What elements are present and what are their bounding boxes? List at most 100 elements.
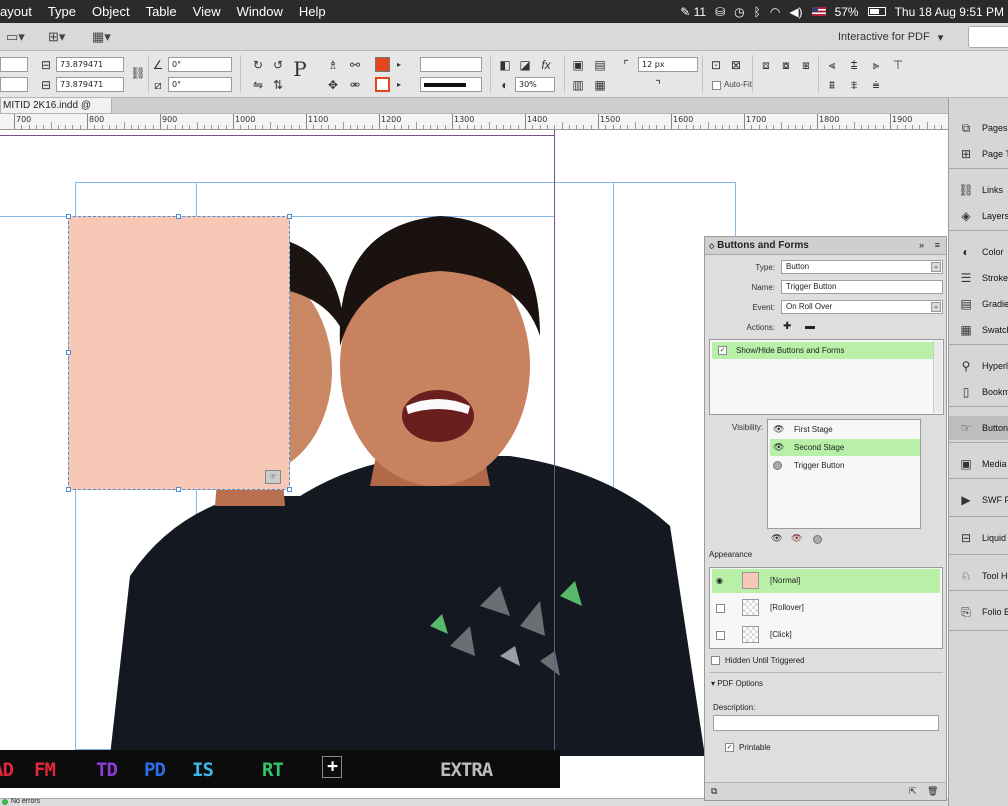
menu-layout[interactable]: ayout: [0, 4, 40, 19]
column-icon[interactable]: ▥: [570, 77, 586, 93]
select-container-icon[interactable]: ♗: [325, 57, 341, 73]
nav-button-fm[interactable]: FM: [34, 759, 56, 781]
show-all-icon[interactable]: 👁: [771, 533, 782, 544]
stroke-menu-icon[interactable]: ▸: [391, 77, 407, 93]
dock-item-tool-hints[interactable]: ♘ Tool Hints: [949, 564, 1008, 588]
panel-expand-icon[interactable]: »: [919, 240, 924, 250]
dock-item-hyperlinks[interactable]: ⚲ Hyperlinks: [949, 354, 1008, 378]
add-action-icon[interactable]: ✚: [783, 321, 791, 332]
printable-checkbox[interactable]: ✓: [725, 743, 734, 752]
fx-icon[interactable]: fx: [538, 57, 554, 73]
clock[interactable]: Thu 18 Aug 9:51 PM: [895, 5, 1004, 19]
align-left-icon[interactable]: ⫷: [824, 57, 840, 73]
description-input[interactable]: [713, 715, 939, 731]
dock-item-pages[interactable]: ⧉ Pages: [949, 116, 1008, 140]
fill-color-swatch[interactable]: [375, 57, 390, 72]
select-content-icon[interactable]: ✥: [325, 77, 341, 93]
flip-vertical-icon[interactable]: ⇅: [270, 77, 286, 93]
constrain-proportions-icon[interactable]: ⛓: [130, 65, 146, 81]
appearance-state-normal[interactable]: ◉ [Normal]: [712, 569, 940, 593]
drop-shadow-icon[interactable]: ◧: [497, 57, 513, 73]
align-top-icon[interactable]: ⊤: [890, 57, 906, 73]
dock-item-layers[interactable]: ◈ Layers: [949, 204, 1008, 228]
dock-item-color[interactable]: ◐ Color: [949, 240, 1008, 264]
nav-button-rt[interactable]: RT: [262, 759, 284, 781]
wifi-icon[interactable]: ◠: [770, 5, 780, 19]
distribute-bottom-icon[interactable]: ⩧: [868, 77, 884, 93]
second-stage-photo[interactable]: [210, 206, 705, 756]
dock-item-media[interactable]: ▣ Media: [949, 452, 1008, 476]
shear-field[interactable]: 0°: [168, 77, 232, 92]
dock-item-page-tool[interactable]: ⊞ Page Tool: [949, 142, 1008, 166]
select-next-icon[interactable]: ⚮: [347, 77, 363, 93]
time-machine-icon[interactable]: ◷: [734, 5, 744, 19]
select-previous-icon[interactable]: ⚯: [347, 57, 363, 73]
text-wrap-bbox-icon[interactable]: ▤: [592, 57, 608, 73]
action-row[interactable]: ✓ Show/Hide Buttons and Forms: [712, 342, 933, 359]
horizontal-ruler[interactable]: 700 800 900 1000 1100 1200 1300 1400 1500 1600 170…: [0, 114, 948, 130]
fill-menu-icon[interactable]: ▸: [391, 57, 407, 73]
corner-shape-icon[interactable]: ⌝: [650, 77, 666, 93]
stroke-color-swatch[interactable]: [375, 77, 390, 92]
appearance-state-click[interactable]: [Click]: [712, 623, 940, 647]
workspace-switcher[interactable]: Interactive for PDF ▾: [820, 26, 970, 48]
align-right-icon[interactable]: ⫸: [868, 57, 884, 73]
nav-button-pd[interactable]: PD: [144, 759, 166, 781]
dock-item-folio-builder[interactable]: ⎘ Folio Builder: [949, 600, 1008, 624]
document-tab[interactable]: MITID 2K16.indd @ 52%: [0, 98, 112, 126]
fit-proportional-icon[interactable]: ⧆: [798, 57, 814, 73]
dock-item-swatches[interactable]: ▦ Swatches: [949, 318, 1008, 342]
dock-item-stroke[interactable]: ☰ Stroke: [949, 266, 1008, 290]
notification-count[interactable]: ✎ 11: [680, 5, 706, 19]
screen-mode-icon[interactable]: ▭▾: [6, 29, 25, 45]
scale-x-field[interactable]: 73.879471: [56, 57, 124, 72]
ignore-all-icon[interactable]: [813, 535, 822, 544]
dock-item-bookmarks[interactable]: ▯ Bookmarks: [949, 380, 1008, 404]
menu-help[interactable]: Help: [291, 4, 334, 19]
arrange-documents-icon[interactable]: ▦▾: [92, 29, 111, 45]
frame-handle-ml[interactable]: [66, 350, 71, 355]
drive-icon[interactable]: ⛁: [715, 5, 725, 19]
collapse-icon[interactable]: ◇: [709, 243, 714, 250]
dock-item-gradient[interactable]: ▤ Gradient: [949, 292, 1008, 316]
scrollbar[interactable]: [933, 341, 942, 413]
trash-icon[interactable]: 🗑: [927, 786, 938, 797]
scale-y-field[interactable]: 73.879471: [56, 77, 124, 92]
nav-button-is[interactable]: IS: [192, 759, 214, 781]
rotate-field[interactable]: 0°: [168, 57, 232, 72]
preview-icon[interactable]: ⧉: [711, 786, 717, 797]
nav-button-td[interactable]: TD: [96, 759, 118, 781]
volume-icon[interactable]: ◀): [789, 5, 802, 19]
state-eye-icon[interactable]: ◉: [716, 569, 723, 593]
preflight-status[interactable]: No errors: [11, 798, 40, 805]
auto-fit-checkbox[interactable]: [712, 81, 721, 90]
frame-handle-bl[interactable]: [66, 487, 71, 492]
visibility-item-trigger-button[interactable]: Trigger Button: [770, 457, 920, 474]
text-wrap-none-icon[interactable]: ▣: [570, 57, 586, 73]
dock-item-liquid-layout[interactable]: ⊟ Liquid Layout: [949, 526, 1008, 550]
type-select[interactable]: Button ⌄: [781, 260, 943, 274]
rotate-cw-icon[interactable]: ↻: [250, 57, 266, 73]
view-options-icon[interactable]: ⊞▾: [48, 29, 65, 45]
frame-handle-tl[interactable]: [66, 214, 71, 219]
column-alt-icon[interactable]: ▦: [592, 77, 608, 93]
hide-all-icon[interactable]: 👁: [791, 533, 802, 544]
action-enabled-checkbox[interactable]: ✓: [718, 346, 727, 355]
menu-table[interactable]: Table: [138, 4, 185, 19]
frame-handle-tm[interactable]: [176, 214, 181, 219]
corner-options-icon[interactable]: ⌜: [618, 57, 634, 73]
x-field-left[interactable]: [0, 57, 28, 72]
dock-item-swf-preview[interactable]: ▶ SWF Preview: [949, 488, 1008, 512]
fit-content-icon[interactable]: ⊡: [708, 57, 724, 73]
reference-point-p-icon[interactable]: P: [292, 59, 308, 79]
nav-button-ad[interactable]: AD: [0, 759, 14, 781]
menu-type[interactable]: Type: [40, 4, 84, 19]
frame-handle-bm[interactable]: [176, 487, 181, 492]
fit-frame-icon[interactable]: ⊠: [728, 57, 744, 73]
rollover-enable-checkbox[interactable]: [716, 604, 725, 613]
pdf-options-toggle[interactable]: ▾ PDF Options: [711, 679, 763, 688]
effects-icon[interactable]: ◪: [517, 57, 533, 73]
battery-percent[interactable]: 57%: [835, 5, 859, 19]
nav-button-extra[interactable]: EXTRA: [440, 759, 493, 781]
dock-item-links[interactable]: ⛓ Links: [949, 178, 1008, 202]
